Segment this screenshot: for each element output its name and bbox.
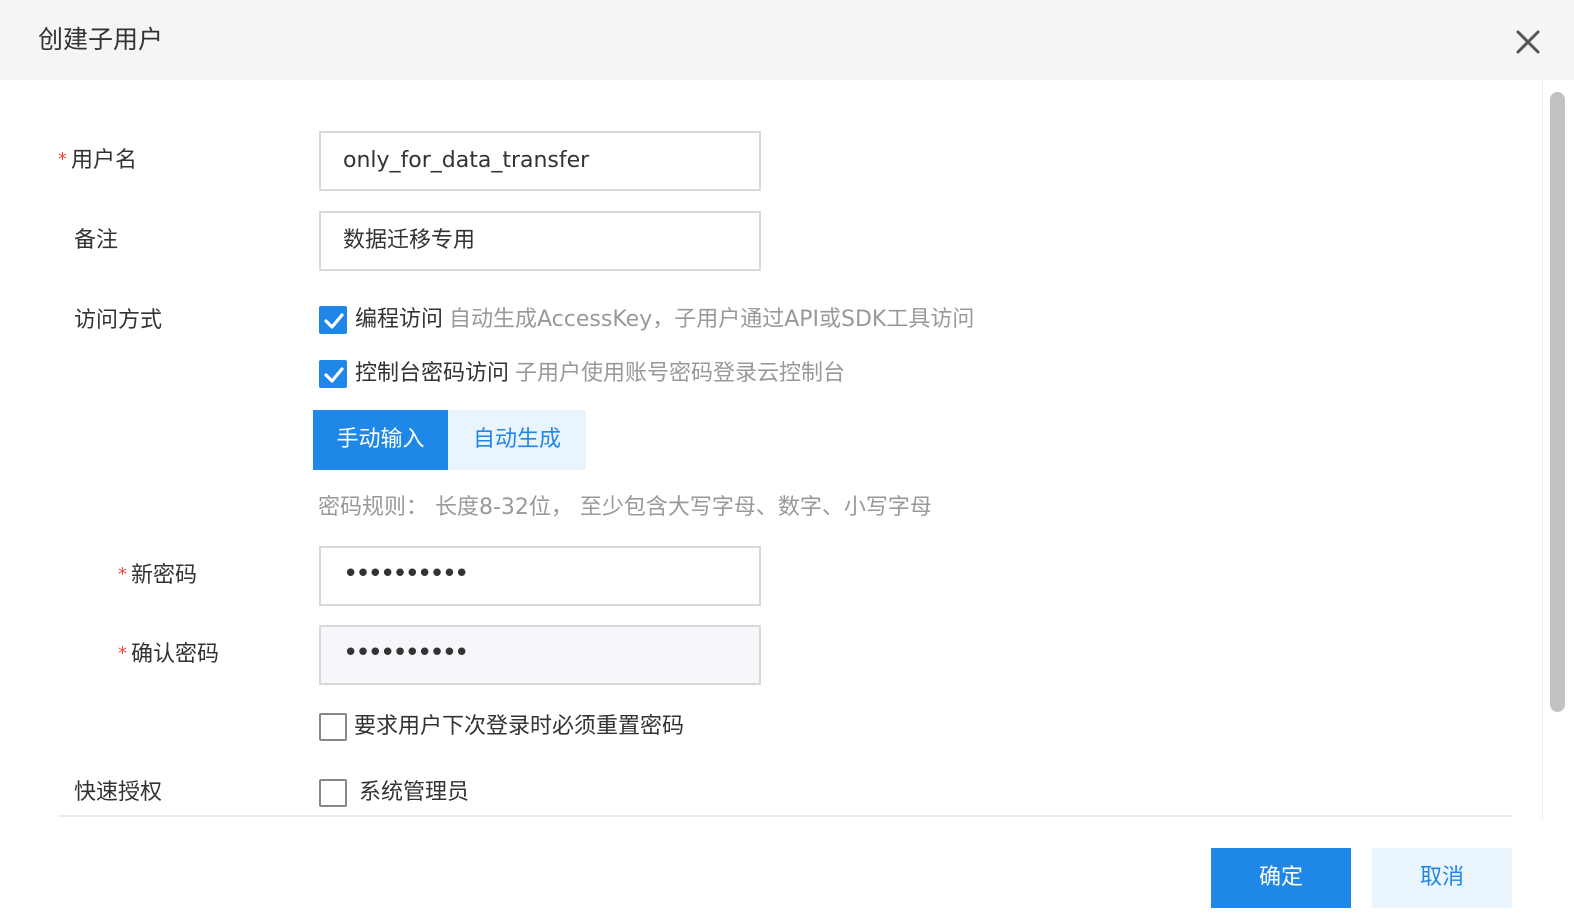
footer-divider: [58, 815, 1512, 817]
dialog-title: 创建子用户: [38, 25, 164, 54]
programmatic-access-label: 编程访问: [355, 307, 444, 332]
username-input[interactable]: only_for_data_transfer: [319, 131, 761, 191]
required-mark: *: [58, 149, 67, 170]
console-access-checkbox[interactable]: [319, 360, 347, 388]
password-rule-text: 密码规则： 长度8-32位， 至少包含大写字母、数字、小写字母: [318, 495, 932, 520]
programmatic-access-hint: 自动生成AccessKey，子用户通过API或SDK工具访问: [449, 307, 975, 332]
dialog-header: 创建子用户: [0, 0, 1574, 80]
required-mark: *: [118, 643, 127, 664]
scrollbar-thumb[interactable]: [1550, 92, 1565, 712]
tab-manual-input[interactable]: 手动输入: [313, 410, 448, 470]
confirm-password-label-text: 确认密码: [131, 642, 220, 667]
confirm-password-label: * 确认密码: [118, 639, 219, 672]
programmatic-access-checkbox[interactable]: [319, 306, 347, 334]
check-icon: [324, 313, 344, 329]
username-label: * 用户名: [58, 145, 137, 178]
cancel-button[interactable]: 取消: [1372, 848, 1512, 908]
username-label-text: 用户名: [71, 148, 138, 173]
access-method-label: 访问方式: [74, 308, 163, 333]
quick-auth-label: 快速授权: [74, 780, 163, 805]
remark-input[interactable]: 数据迁移专用: [319, 211, 761, 271]
check-icon: [324, 367, 344, 383]
new-password-input[interactable]: ••••••••••: [319, 546, 761, 606]
required-mark: *: [118, 564, 127, 585]
system-admin-label[interactable]: 系统管理员: [359, 777, 469, 809]
reset-password-label[interactable]: 要求用户下次登录时必须重置密码: [354, 711, 684, 743]
console-access-option[interactable]: 控制台密码访问 子用户使用账号密码登录云控制台: [355, 358, 845, 390]
new-password-label-text: 新密码: [131, 563, 198, 588]
console-access-hint: 子用户使用账号密码登录云控制台: [515, 361, 846, 386]
close-icon: [1516, 30, 1540, 54]
new-password-label: * 新密码: [118, 560, 197, 593]
tab-auto-generate[interactable]: 自动生成: [448, 410, 586, 470]
close-button[interactable]: [1508, 24, 1548, 60]
confirm-password-input[interactable]: ••••••••••: [319, 625, 761, 685]
system-admin-checkbox[interactable]: [319, 779, 347, 807]
programmatic-access-option[interactable]: 编程访问 自动生成AccessKey，子用户通过API或SDK工具访问: [355, 304, 974, 336]
remark-label: 备注: [74, 228, 119, 253]
confirm-button[interactable]: 确定: [1211, 848, 1351, 908]
reset-password-checkbox[interactable]: [319, 713, 347, 741]
console-access-label: 控制台密码访问: [355, 361, 510, 386]
